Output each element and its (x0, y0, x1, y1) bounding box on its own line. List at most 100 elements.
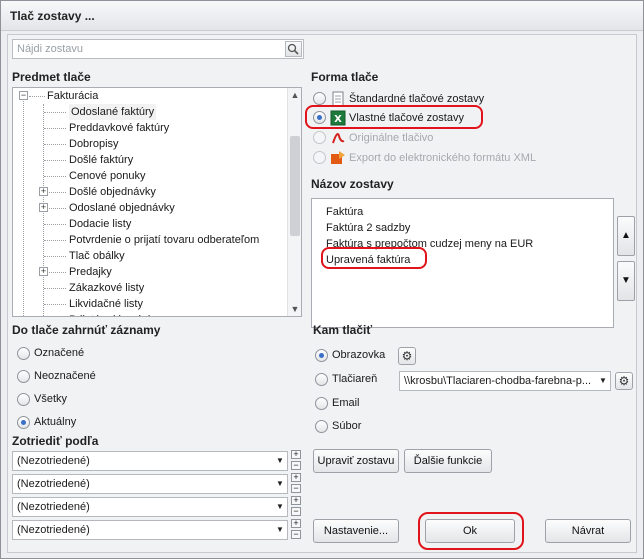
tree-line (44, 112, 66, 113)
tree-line (44, 144, 66, 145)
target-radio-file[interactable] (315, 420, 328, 433)
screen-settings-button[interactable]: ⚙ (398, 347, 416, 365)
target-label-file[interactable]: Súbor (332, 419, 361, 433)
sort-remove-button[interactable]: − (291, 484, 301, 493)
tree-item[interactable]: Preddavkové faktúry (69, 120, 169, 136)
sort-remove-button[interactable]: − (291, 530, 301, 539)
include-label-current[interactable]: Aktuálny (34, 415, 76, 429)
subject-header: Predmet tlače (12, 70, 91, 84)
tree-item[interactable]: Dobropisy (69, 136, 119, 152)
sort-add-button[interactable]: + (291, 496, 301, 505)
tree-line (23, 98, 24, 316)
target-radio-email[interactable] (315, 397, 328, 410)
scroll-up-icon[interactable]: ▲ (290, 90, 300, 100)
sort-add-button[interactable]: + (291, 473, 301, 482)
report-item[interactable]: Faktúra (326, 205, 363, 219)
sort-combo-1[interactable]: (Nezotriedené) ▼ (12, 451, 288, 471)
tree-expand-toggle[interactable]: + (39, 187, 48, 196)
tree-line (44, 224, 66, 225)
tree-expand-toggle[interactable]: + (39, 267, 48, 276)
dropdown-arrow-icon: ▼ (276, 479, 284, 488)
include-radio-unmarked[interactable] (17, 370, 30, 383)
dropdown-arrow-icon: ▼ (598, 372, 608, 390)
edit-report-button[interactable]: Upraviť zostavu (313, 449, 399, 473)
move-up-button[interactable]: ▲ (617, 216, 635, 256)
tree-item[interactable]: Potvrdenie o prijatí tovaru odberateľom (69, 232, 259, 248)
subject-tree: − Fakturácia Odoslané faktúry Preddavkové… (12, 87, 302, 317)
form-label-standard[interactable]: Štandardné tlačové zostavy (349, 92, 484, 106)
sort-combo-value: (Nezotriedené) (17, 524, 90, 536)
include-radio-all[interactable] (17, 393, 30, 406)
scroll-down-icon[interactable]: ▼ (290, 304, 300, 314)
sort-combo-3[interactable]: (Nezotriedené) ▼ (12, 497, 288, 517)
search-button[interactable] (285, 41, 302, 57)
highlight-custom-report (305, 105, 483, 129)
search-icon (287, 43, 299, 55)
sort-header: Zotriediť podľa (12, 434, 99, 448)
tree-item[interactable]: Zákazkové listy (69, 280, 144, 296)
sort-combo-value: (Nezotriedené) (17, 455, 90, 467)
form-radio-xml[interactable] (313, 151, 326, 164)
sort-combo-value: (Nezotriedené) (17, 478, 90, 490)
tree-line (44, 240, 66, 241)
tree-item[interactable]: Odoslané faktúry (69, 104, 157, 120)
sort-combo-value: (Nezotriedené) (17, 501, 90, 513)
search-input[interactable] (13, 40, 281, 58)
form-radio-original[interactable] (313, 131, 326, 144)
tree-item[interactable]: Prijaté reklamácie (69, 312, 156, 316)
include-radio-current[interactable] (17, 416, 30, 429)
tree-line (44, 176, 66, 177)
report-item[interactable]: Faktúra 2 sadzby (326, 221, 410, 235)
form-radio-standard[interactable] (313, 92, 326, 105)
form-label-xml[interactable]: Export do elektronického formátu XML (349, 151, 536, 165)
tree-item[interactable]: Likvidačné listy (69, 296, 143, 312)
target-label-printer[interactable]: Tlačiareň (332, 372, 377, 386)
more-functions-button[interactable]: Ďalšie funkcie (404, 449, 492, 473)
tree-item[interactable]: Predajky (69, 264, 112, 280)
tree-scrollbar[interactable]: ▲ ▼ (287, 88, 301, 316)
tree-line (44, 256, 66, 257)
include-label-marked[interactable]: Označené (34, 346, 84, 360)
sort-add-button[interactable]: + (291, 519, 301, 528)
include-label-unmarked[interactable]: Neoznačené (34, 369, 96, 383)
printer-select[interactable]: \\krosbu\Tlaciaren-chodba-farebna-p... ▼ (399, 371, 611, 391)
tree-line (44, 128, 66, 129)
form-label-original[interactable]: Originálne tlačivo (349, 131, 433, 145)
window-title: Tlač zostavy ... (10, 9, 95, 23)
target-label-screen[interactable]: Obrazovka (332, 348, 385, 362)
move-down-button[interactable]: ▼ (617, 261, 635, 301)
dialog-body: Predmet tlače − Fakturácia Odoslané fakt… (7, 34, 637, 553)
sort-combo-4[interactable]: (Nezotriedené) ▼ (12, 520, 288, 540)
tree-collapse-toggle[interactable]: − (19, 91, 28, 100)
sort-remove-button[interactable]: − (291, 461, 301, 470)
back-button[interactable]: Návrat (545, 519, 631, 543)
sort-combo-2[interactable]: (Nezotriedené) ▼ (12, 474, 288, 494)
tree-item[interactable]: Odoslané objednávky (69, 200, 175, 216)
arrow-down-icon: ▼ (621, 275, 631, 286)
xml-export-icon (331, 151, 345, 164)
target-label-email[interactable]: Email (332, 396, 360, 410)
report-name-list: Faktúra Faktúra 2 sadzby Faktúra s prepo… (311, 198, 614, 328)
tree-expand-toggle[interactable]: + (39, 203, 48, 212)
include-radio-marked[interactable] (17, 347, 30, 360)
printer-settings-button[interactable]: ⚙ (615, 372, 633, 390)
tree-item[interactable]: Dodacie listy (69, 216, 131, 232)
include-header: Do tlače zahrnúť záznamy (12, 323, 161, 337)
tree-item[interactable]: Tlač obálky (69, 248, 125, 264)
tree-item[interactable]: Cenové ponuky (69, 168, 145, 184)
tree-item[interactable]: Došlé faktúry (69, 152, 133, 168)
dropdown-arrow-icon: ▼ (276, 525, 284, 534)
tree-root-fakturacia[interactable]: Fakturácia (47, 88, 98, 104)
tree-line (29, 96, 45, 97)
target-radio-screen[interactable] (315, 349, 328, 362)
settings-button[interactable]: Nastavenie... (313, 519, 399, 543)
sort-remove-button[interactable]: − (291, 507, 301, 516)
print-report-dialog: Tlač zostavy ... Predmet tlače − Fakturá… (0, 0, 644, 559)
include-label-all[interactable]: Všetky (34, 392, 67, 406)
tree-item[interactable]: Došlé objednávky (69, 184, 156, 200)
sort-add-button[interactable]: + (291, 450, 301, 459)
dropdown-arrow-icon: ▼ (276, 502, 284, 511)
target-radio-printer[interactable] (315, 373, 328, 386)
scroll-thumb[interactable] (290, 136, 300, 236)
highlight-upravena-faktura (321, 247, 427, 269)
